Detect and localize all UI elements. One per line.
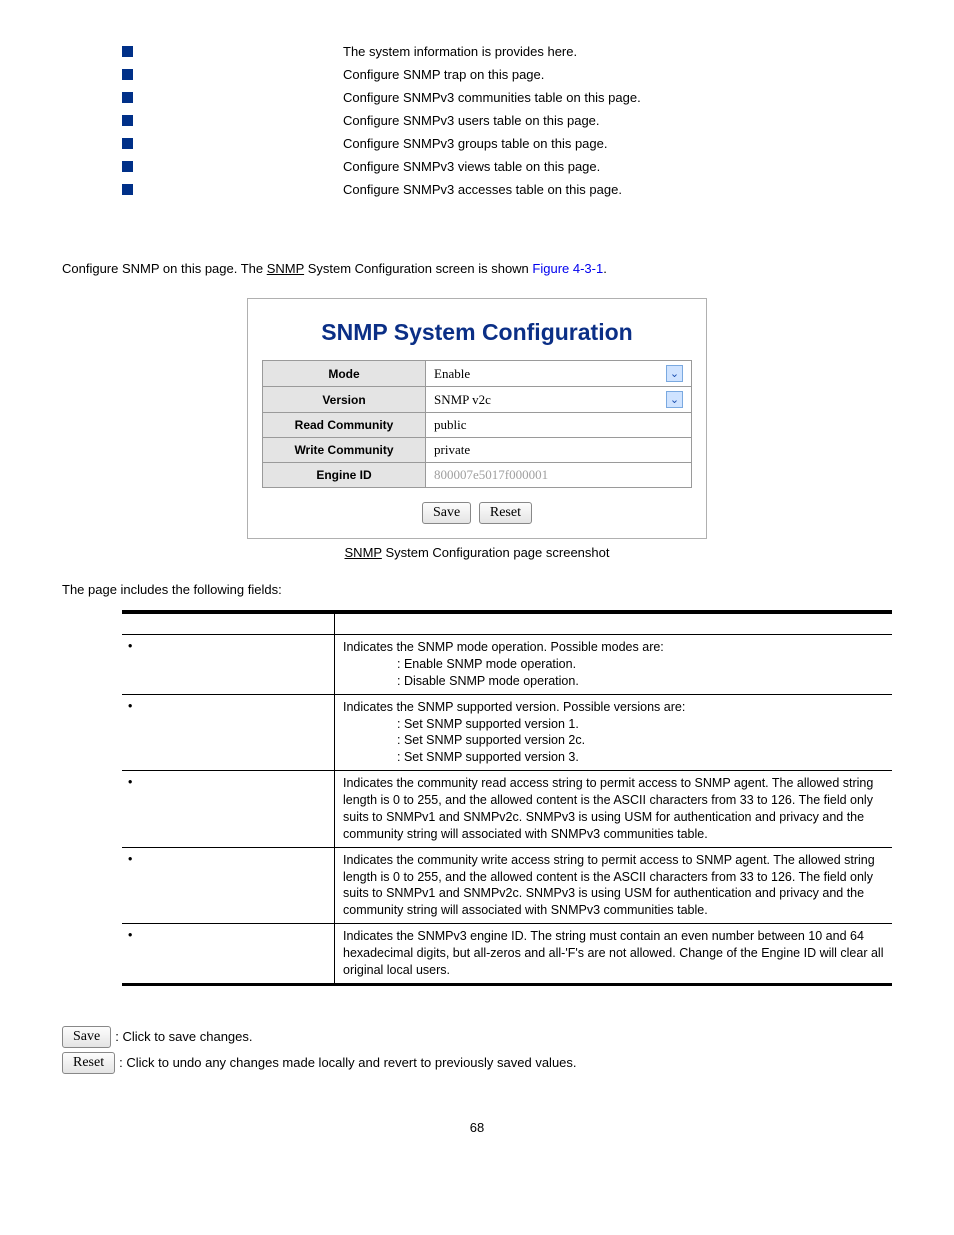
object-cell	[122, 694, 335, 771]
reset-button[interactable]: Reset	[62, 1052, 115, 1074]
description-cell: Indicates the SNMPv3 engine ID. The stri…	[335, 924, 893, 985]
desc-text: Indicates the SNMP mode operation. Possi…	[343, 640, 664, 654]
write-community-value: private	[434, 442, 470, 458]
intro-pre: Configure SNMP on this page. The	[62, 261, 267, 276]
mode-select[interactable]: Enable ⌄	[430, 363, 687, 384]
square-bullet-icon	[122, 161, 133, 172]
nav-desc: Configure SNMPv3 communities table on th…	[343, 90, 641, 105]
label-mode: Mode	[263, 361, 426, 387]
save-desc: : Click to save changes.	[115, 1029, 252, 1044]
page-number: 68	[62, 1120, 892, 1135]
desc-sub: : Enable SNMP mode operation.	[343, 656, 884, 673]
label-version: Version	[263, 387, 426, 413]
intro-paragraph: Configure SNMP on this page. The SNMP Sy…	[62, 261, 892, 276]
caption-snmp: SNMP	[345, 545, 382, 560]
buttons-explanation: Save : Click to save changes. Reset : Cl…	[62, 1026, 892, 1074]
square-bullet-icon	[122, 115, 133, 126]
object-cell	[122, 924, 335, 985]
description-cell: Indicates the community write access str…	[335, 847, 893, 924]
reset-desc: : Click to undo any changes made locally…	[119, 1055, 576, 1070]
nav-desc: Configure SNMPv3 users table on this pag…	[343, 113, 600, 128]
description-cell: Indicates the SNMP supported version. Po…	[335, 694, 893, 771]
config-title: SNMP System Configuration	[262, 319, 692, 346]
label-engine-id: Engine ID	[263, 463, 426, 488]
chevron-down-icon[interactable]: ⌄	[666, 365, 683, 382]
nav-desc: Configure SNMP trap on this page.	[343, 67, 544, 82]
intro-post: .	[603, 261, 607, 276]
intro-snmp: SNMP	[267, 261, 304, 276]
label-write-community: Write Community	[263, 438, 426, 463]
intro-mid: System Configuration screen is shown	[304, 261, 532, 276]
nav-item: The system information is provides here.	[122, 40, 892, 63]
nav-desc: Configure SNMPv3 groups table on this pa…	[343, 136, 608, 151]
nav-item: Configure SNMP trap on this page.	[122, 63, 892, 86]
desc-sub: : Set SNMP supported version 2c.	[343, 732, 884, 749]
reset-button[interactable]: Reset	[479, 502, 532, 524]
nav-list: The system information is provides here.…	[122, 40, 892, 201]
nav-desc: Configure SNMPv3 views table on this pag…	[343, 159, 600, 174]
read-community-input[interactable]: public	[430, 415, 687, 435]
desc-sub: : Set SNMP supported version 3.	[343, 749, 884, 766]
nav-item: Configure SNMPv3 users table on this pag…	[122, 109, 892, 132]
square-bullet-icon	[122, 184, 133, 195]
label-read-community: Read Community	[263, 413, 426, 438]
fields-intro: The page includes the following fields:	[62, 582, 892, 597]
nav-desc: Configure SNMPv3 accesses table on this …	[343, 182, 622, 197]
chevron-down-icon[interactable]: ⌄	[666, 391, 683, 408]
square-bullet-icon	[122, 69, 133, 80]
nav-desc: The system information is provides here.	[343, 44, 577, 59]
fields-description-table: Indicates the SNMP mode operation. Possi…	[122, 610, 892, 986]
description-cell: Indicates the community read access stri…	[335, 771, 893, 848]
square-bullet-icon	[122, 138, 133, 149]
nav-item: Configure SNMPv3 communities table on th…	[122, 86, 892, 109]
figure-ref-link[interactable]: Figure 4-3-1	[532, 261, 603, 276]
engine-id-field: 800007e5017f000001	[430, 465, 687, 485]
square-bullet-icon	[122, 92, 133, 103]
object-cell	[122, 771, 335, 848]
square-bullet-icon	[122, 46, 133, 57]
engine-id-value: 800007e5017f000001	[434, 467, 548, 483]
save-button[interactable]: Save	[62, 1026, 111, 1048]
description-cell: Indicates the SNMP mode operation. Possi…	[335, 635, 893, 695]
object-cell	[122, 847, 335, 924]
nav-item: Configure SNMPv3 views table on this pag…	[122, 155, 892, 178]
mode-value: Enable	[434, 366, 470, 382]
snmp-config-screenshot: SNMP System Configuration Mode Enable ⌄ …	[247, 298, 707, 539]
nav-item: Configure SNMPv3 accesses table on this …	[122, 178, 892, 201]
nav-item: Configure SNMPv3 groups table on this pa…	[122, 132, 892, 155]
desc-sub: : Set SNMP supported version 1.	[343, 716, 884, 733]
version-value: SNMP v2c	[434, 392, 491, 408]
read-community-value: public	[434, 417, 467, 433]
desc-text: Indicates the SNMP supported version. Po…	[343, 700, 685, 714]
version-select[interactable]: SNMP v2c ⌄	[430, 389, 687, 410]
desc-sub: : Disable SNMP mode operation.	[343, 673, 884, 690]
screenshot-caption: SNMP System Configuration page screensho…	[62, 545, 892, 560]
save-button[interactable]: Save	[422, 502, 471, 524]
object-cell	[122, 635, 335, 695]
caption-rest: System Configuration page screenshot	[382, 545, 610, 560]
config-form: Mode Enable ⌄ Version SNMP v2c ⌄	[262, 360, 692, 488]
write-community-input[interactable]: private	[430, 440, 687, 460]
